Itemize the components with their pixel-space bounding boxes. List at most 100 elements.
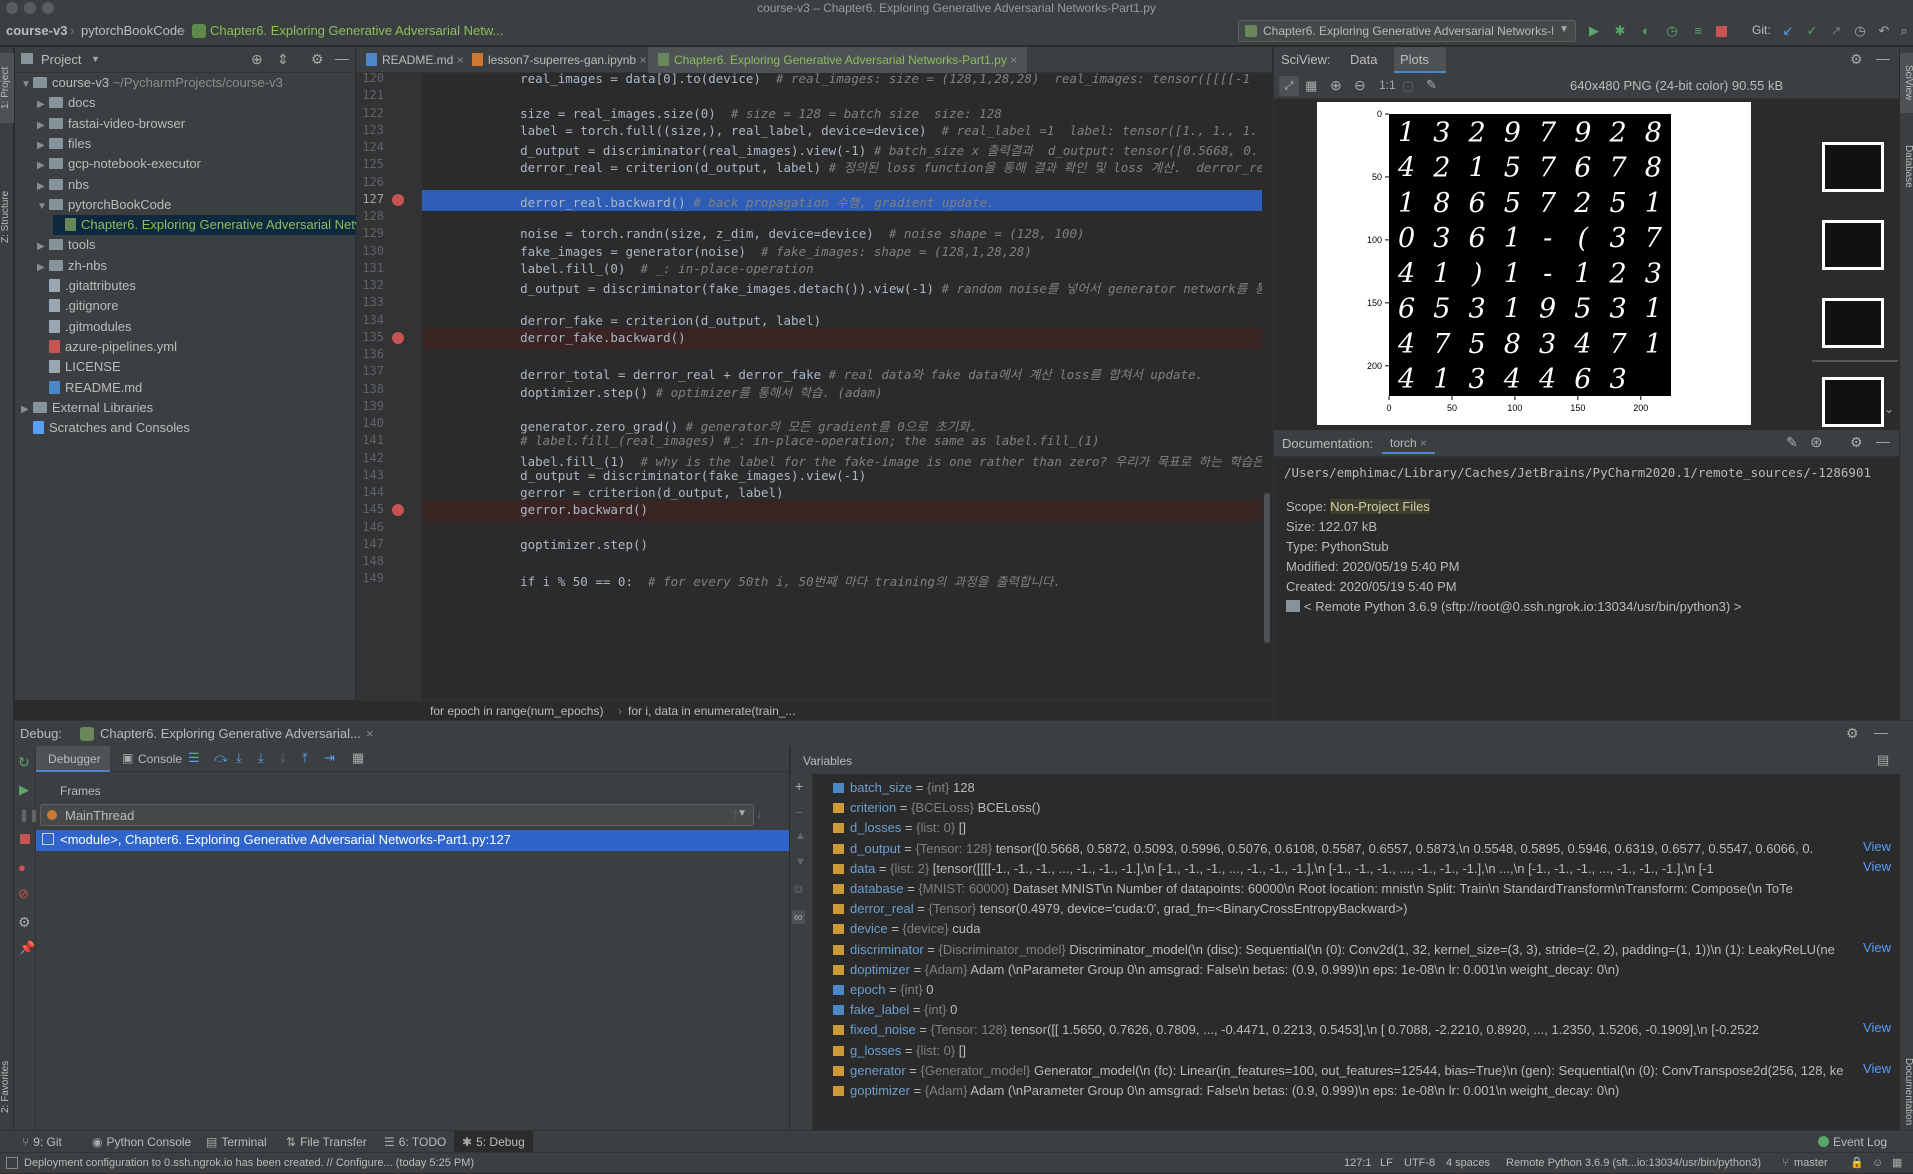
editor-gutter[interactable]: 120 121 122 123 124 125 126 127 128 129 130 131 132 1…: [356, 71, 422, 700]
file-encoding[interactable]: UTF-8: [1404, 1153, 1435, 1174]
edit-source-icon[interactable]: ✎: [1786, 434, 1798, 451]
close-icon[interactable]: ×: [366, 726, 374, 741]
step-over-icon[interactable]: ⤼: [214, 750, 228, 766]
step-into-icon[interactable]: ⤓: [236, 750, 242, 766]
plot-image[interactable]: 1 3 2 9 7 9 2 8 4 2 1 5 7 6 7 8 1 8 6 5 7 2 5 1 0 3 6 1-(3 7 4 1) 1-1 2 3…: [1317, 102, 1751, 425]
resume-icon[interactable]: ▶: [19, 782, 29, 798]
view-value-link[interactable]: View: [1859, 1020, 1891, 1036]
view-value-link[interactable]: View: [1859, 939, 1891, 955]
stop-icon[interactable]: [1716, 26, 1727, 37]
code-editor[interactable]: real_images = data[0].to(device) # real_…: [422, 73, 1272, 700]
layout-icon[interactable]: ▤: [1877, 752, 1889, 768]
variable-row[interactable]: epoch = {int} 0: [833, 980, 1893, 1000]
variable-row[interactable]: ▶g_losses = {list: 0} []: [833, 1041, 1893, 1061]
expand-arrow-icon[interactable]: ▼: [37, 197, 49, 217]
breakpoint-icon[interactable]: [392, 504, 404, 517]
project-tree-item[interactable]: Scratches and Consoles: [21, 418, 190, 438]
project-tree-item[interactable]: Chapter6. Exploring Generative Adversari…: [53, 215, 387, 236]
tab-data[interactable]: Data: [1350, 52, 1377, 67]
breakpoint-icon[interactable]: [392, 331, 404, 344]
hide-panel-icon[interactable]: —: [335, 50, 349, 66]
force-step-into-icon[interactable]: ⤓: [280, 750, 286, 766]
view-value-link[interactable]: View: [1859, 1060, 1891, 1076]
tab-readme[interactable]: README.md ×: [356, 47, 474, 73]
step-out-icon[interactable]: ⤒: [302, 750, 308, 766]
tab-debug[interactable]: ✱ 5: Debug: [454, 1131, 533, 1153]
plot-thumbnail[interactable]: [1822, 298, 1884, 348]
project-tree-item[interactable]: ▶ tools: [37, 235, 95, 255]
tab-terminal[interactable]: ▤ Terminal: [206, 1131, 267, 1153]
coverage-icon[interactable]: ◐: [1638, 23, 1654, 39]
zoom-out-icon[interactable]: ⊖: [1354, 77, 1366, 94]
variable-row[interactable]: ▶d_losses = {list: 0} []: [833, 818, 1893, 838]
gear-icon[interactable]: ⚙: [18, 914, 31, 931]
background-toggle-icon[interactable]: ▢: [1402, 78, 1414, 94]
project-tree-item[interactable]: ▶ docs: [37, 93, 95, 113]
git-branch[interactable]: master: [1794, 1153, 1828, 1174]
step-into-my-code-icon[interactable]: ⤓: [258, 750, 264, 766]
inspector-icon[interactable]: ☺: [1872, 1153, 1883, 1174]
run-icon[interactable]: ▶: [1586, 23, 1602, 39]
tab-torch[interactable]: torch ×: [1382, 432, 1436, 454]
expand-arrow-icon[interactable]: ▶: [37, 136, 49, 156]
view-value-link[interactable]: View: [1859, 838, 1891, 854]
grid-icon[interactable]: ▦: [1305, 78, 1317, 94]
git-update-icon[interactable]: ↙: [1780, 23, 1796, 39]
project-tree-item[interactable]: README.md: [37, 378, 142, 398]
breadcrumb-project[interactable]: course-v3: [6, 23, 67, 38]
hide-panel-icon[interactable]: —: [1874, 724, 1888, 740]
variable-row[interactable]: ▶data = {list: 2} [tensor([[[[-1., -1., …: [833, 859, 1893, 879]
frame-row-selected[interactable]: <module>, Chapter6. Exploring Generative…: [36, 830, 789, 851]
expand-arrow-icon[interactable]: ▶: [37, 177, 49, 197]
mute-breakpoints-icon[interactable]: ⊘: [18, 886, 29, 902]
fit-icon[interactable]: ⤢: [1279, 76, 1299, 96]
variable-row[interactable]: fake_label = {int} 0: [833, 1000, 1893, 1020]
previous-frame-icon[interactable]: ↑: [732, 806, 739, 821]
project-tree-item[interactable]: .gitmodules: [37, 317, 131, 337]
line-separator[interactable]: LF: [1380, 1153, 1393, 1174]
memory-indicator-icon[interactable]: ▦: [1892, 1153, 1902, 1174]
close-icon[interactable]: ×: [1420, 436, 1427, 450]
rollback-icon[interactable]: ↶: [1876, 23, 1892, 39]
run-configuration-select[interactable]: Chapter6. Exploring Generative Adversari…: [1238, 20, 1576, 42]
gear-icon[interactable]: ⚙: [1846, 725, 1859, 742]
variable-row[interactable]: ▶fixed_noise = {Tensor: 128} tensor([[ 1…: [833, 1020, 1893, 1040]
git-commit-icon[interactable]: ✓: [1804, 23, 1820, 39]
project-tree-item[interactable]: ▶ files: [37, 134, 91, 154]
scope-breadcrumb-epoch[interactable]: for epoch in range(num_epochs): [430, 701, 603, 721]
gear-icon[interactable]: ⚙: [311, 51, 324, 68]
run-to-cursor-icon[interactable]: ⇥: [324, 750, 335, 766]
remove-watch-icon[interactable]: −: [795, 804, 803, 820]
expand-arrow-icon[interactable]: ▶: [37, 95, 49, 115]
variable-row[interactable]: ▶goptimizer = {Adam} Adam (\nParameter G…: [833, 1081, 1893, 1101]
project-tree-item[interactable]: .gitattributes: [37, 276, 136, 296]
show-execution-point-icon[interactable]: ☰: [188, 750, 200, 766]
move-down-icon[interactable]: ▼: [795, 856, 806, 868]
tab-chapter6[interactable]: Chapter6. Exploring Generative Adversari…: [648, 47, 1028, 73]
scope-breadcrumb-data[interactable]: for i, data in enumerate(train_...: [628, 701, 795, 721]
database-tool-tab[interactable]: Database: [1900, 131, 1913, 201]
chevron-down-icon[interactable]: ▼: [91, 54, 100, 64]
pin-icon[interactable]: 📌: [19, 940, 35, 956]
evaluate-expression-icon[interactable]: ▦: [352, 750, 364, 766]
stop-icon[interactable]: [20, 834, 30, 844]
indent-setting[interactable]: 4 spaces: [1446, 1153, 1490, 1174]
tool-window-icon[interactable]: [6, 1157, 18, 1169]
variable-row[interactable]: ▶doptimizer = {Adam} Adam (\nParameter G…: [833, 960, 1893, 980]
gear-icon[interactable]: ⚙: [1850, 51, 1863, 68]
project-tree-item[interactable]: azure-pipelines.yml: [37, 337, 177, 357]
breadcrumb-file[interactable]: Chapter6. Exploring Generative Adversari…: [210, 23, 503, 38]
maximize-window-button[interactable]: [42, 2, 54, 14]
expand-arrow-icon[interactable]: ▼: [21, 75, 33, 95]
sciview-tool-tab[interactable]: SciView: [1900, 53, 1913, 113]
chevron-down-icon[interactable]: ⌄: [1884, 402, 1894, 416]
favorites-tool-tab[interactable]: 2: Favorites: [0, 1047, 14, 1127]
tab-python-console[interactable]: ◉ Python Console: [92, 1131, 191, 1153]
close-window-button[interactable]: [6, 2, 18, 14]
tab-file-transfer[interactable]: ⇅ File Transfer: [286, 1131, 367, 1153]
variable-row[interactable]: ▶device = {device} cuda: [833, 919, 1893, 939]
debug-session-tab[interactable]: Chapter6. Exploring Generative Adversari…: [100, 726, 361, 741]
profile-icon[interactable]: ◷: [1664, 23, 1680, 39]
breadcrumb-folder[interactable]: pytorchBookCode: [81, 23, 184, 38]
git-push-icon[interactable]: ↗: [1828, 23, 1844, 39]
